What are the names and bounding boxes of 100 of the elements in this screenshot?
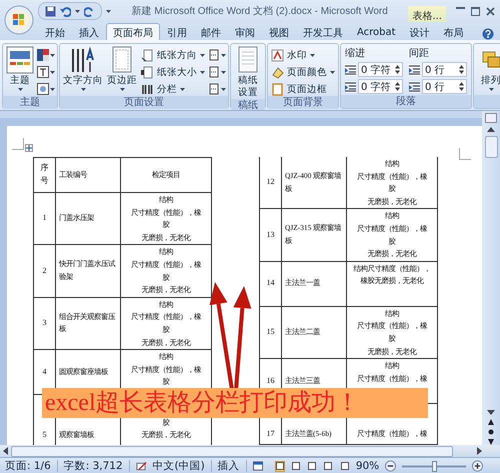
caret-icon bbox=[50, 70, 55, 74]
spinner-field[interactable]: 0 行 bbox=[422, 62, 467, 77]
corner-mark-icon bbox=[459, 148, 471, 160]
scrollbar-thumb[interactable] bbox=[484, 136, 498, 158]
view-button[interactable] bbox=[323, 460, 334, 472]
indent-icon bbox=[345, 81, 356, 92]
theme-icon bbox=[6, 46, 34, 74]
indent-icon bbox=[345, 64, 356, 75]
ribbon-button[interactable]: 纸张大小 bbox=[140, 65, 206, 79]
table-cell: 2 bbox=[34, 245, 56, 298]
group-label: 页面设置 bbox=[60, 96, 228, 109]
group-label: 主题 bbox=[3, 96, 57, 109]
view-button[interactable] bbox=[340, 460, 350, 472]
view-button[interactable] bbox=[290, 460, 302, 472]
ribbon-tab[interactable]: 审阅 bbox=[228, 23, 262, 40]
spinner-field[interactable]: 0 字符 bbox=[358, 62, 403, 77]
help-icon bbox=[482, 28, 494, 40]
ribbon-button[interactable] bbox=[37, 48, 55, 62]
theme-fonts-icon bbox=[37, 66, 49, 78]
page-color-icon bbox=[271, 66, 284, 78]
spin-arrows-icon bbox=[459, 65, 464, 74]
undo-icon bbox=[60, 6, 71, 16]
scroll-down-icon bbox=[487, 410, 495, 415]
save-icon bbox=[45, 6, 56, 16]
caret-icon bbox=[50, 88, 55, 90]
ribbon-button[interactable]: 文字方向 bbox=[62, 46, 104, 91]
ribbon-button[interactable]: 页边距 bbox=[106, 46, 138, 91]
ribbon-tab[interactable]: 视图 bbox=[262, 23, 296, 40]
ribbon-button[interactable]: 页面颜色 bbox=[270, 65, 336, 79]
maximize-icon bbox=[471, 6, 480, 16]
ribbon-button[interactable] bbox=[208, 65, 226, 79]
annotation-banner: excel超长表格分栏打印成功！ bbox=[42, 388, 428, 418]
view-button[interactable] bbox=[274, 460, 285, 472]
ribbon-button[interactable]: 主题 bbox=[5, 46, 35, 91]
caret-icon bbox=[200, 54, 205, 56]
minimize-icon bbox=[456, 6, 465, 8]
scrollbar-thumb[interactable] bbox=[11, 446, 453, 456]
theme-effects-icon bbox=[37, 83, 49, 95]
ribbon-button[interactable] bbox=[37, 65, 55, 79]
ribbon-tab[interactable]: 插入 bbox=[72, 23, 106, 40]
caret-icon bbox=[18, 88, 22, 91]
ribbon-tab[interactable]: 页面布局 bbox=[106, 23, 160, 40]
ribbon-tab[interactable]: 开始 bbox=[38, 23, 72, 40]
zoom-slider-thumb[interactable] bbox=[432, 460, 438, 472]
theme-colors-icon bbox=[37, 49, 49, 61]
spinner-field[interactable]: 0 行 bbox=[422, 79, 467, 94]
window-title: 新建 Microsoft Office Word 文档 (2).docx - Microsoft Word bbox=[130, 4, 389, 18]
spinner-label: 间距 bbox=[409, 47, 430, 60]
spin-arrows-icon bbox=[459, 82, 464, 91]
scroll-left-icon bbox=[3, 447, 8, 455]
group-label-bar bbox=[474, 95, 500, 108]
close-icon bbox=[486, 6, 495, 16]
ribbon-tab[interactable]: 开发工具 bbox=[296, 23, 350, 40]
paper-size-icon bbox=[141, 66, 154, 78]
page-count[interactable]: 页面: 1/6 bbox=[5, 459, 51, 473]
ribbon-button[interactable]: 排列 bbox=[476, 46, 500, 91]
zoom-out-icon bbox=[385, 460, 396, 472]
group-label: 段落 bbox=[341, 95, 471, 108]
columns-icon bbox=[141, 82, 154, 96]
language-indicator[interactable]: 中文(中国) bbox=[152, 459, 205, 473]
contextual-tab-title: 表格... bbox=[408, 6, 446, 22]
ribbon-button[interactable] bbox=[208, 48, 226, 62]
ribbon-tab[interactable]: 布局 bbox=[436, 23, 471, 40]
corner-mark-icon bbox=[12, 138, 24, 150]
table-cell: 14 bbox=[260, 262, 282, 307]
caret-icon bbox=[80, 88, 86, 91]
table-cell: 13 bbox=[260, 209, 282, 262]
ribbon-button[interactable]: 页面边框 bbox=[270, 82, 336, 96]
ribbon-tab[interactable]: Acrobat bbox=[350, 23, 403, 40]
spin-arrows-icon bbox=[395, 65, 400, 74]
orientation-icon bbox=[141, 48, 154, 62]
previous-page-icon bbox=[488, 419, 494, 425]
view-button[interactable] bbox=[307, 460, 318, 472]
caret-icon bbox=[180, 88, 185, 90]
ribbon-button[interactable]: 水印 bbox=[270, 48, 336, 62]
ribbon-tab[interactable]: 引用 bbox=[160, 23, 194, 40]
ribbon-button[interactable]: 稿纸设置 bbox=[233, 46, 263, 99]
ribbon-tab[interactable]: 邮件 bbox=[194, 23, 228, 40]
spacing-icon bbox=[409, 81, 420, 92]
browse-object-icon bbox=[488, 429, 494, 435]
ribbon-tab[interactable]: 设计 bbox=[402, 23, 437, 40]
page-border-icon bbox=[271, 82, 284, 96]
table-cell: 1 bbox=[34, 193, 56, 246]
spinner-label: 缩进 bbox=[345, 46, 366, 60]
insert-mode[interactable]: 插入 bbox=[218, 459, 240, 473]
caret-icon bbox=[200, 70, 205, 74]
proofing-icon bbox=[136, 460, 147, 472]
office-button-icon bbox=[4, 5, 34, 35]
ribbon-button[interactable] bbox=[208, 82, 226, 96]
table-cell: 3 bbox=[34, 298, 56, 350]
watermark-icon bbox=[271, 48, 284, 62]
ribbon-button[interactable]: 分栏 bbox=[140, 82, 206, 96]
zoom-level[interactable]: 90% bbox=[356, 460, 380, 472]
spinner-field[interactable]: 0 字符 bbox=[358, 79, 403, 94]
ribbon-button[interactable]: 纸张方向 bbox=[140, 48, 206, 62]
word-count[interactable]: 字数: 3,712 bbox=[64, 459, 123, 473]
column-header: 序号 bbox=[34, 158, 56, 193]
caret-icon bbox=[310, 54, 315, 56]
ribbon-button[interactable] bbox=[37, 82, 55, 96]
spin-arrows-icon bbox=[395, 82, 400, 91]
